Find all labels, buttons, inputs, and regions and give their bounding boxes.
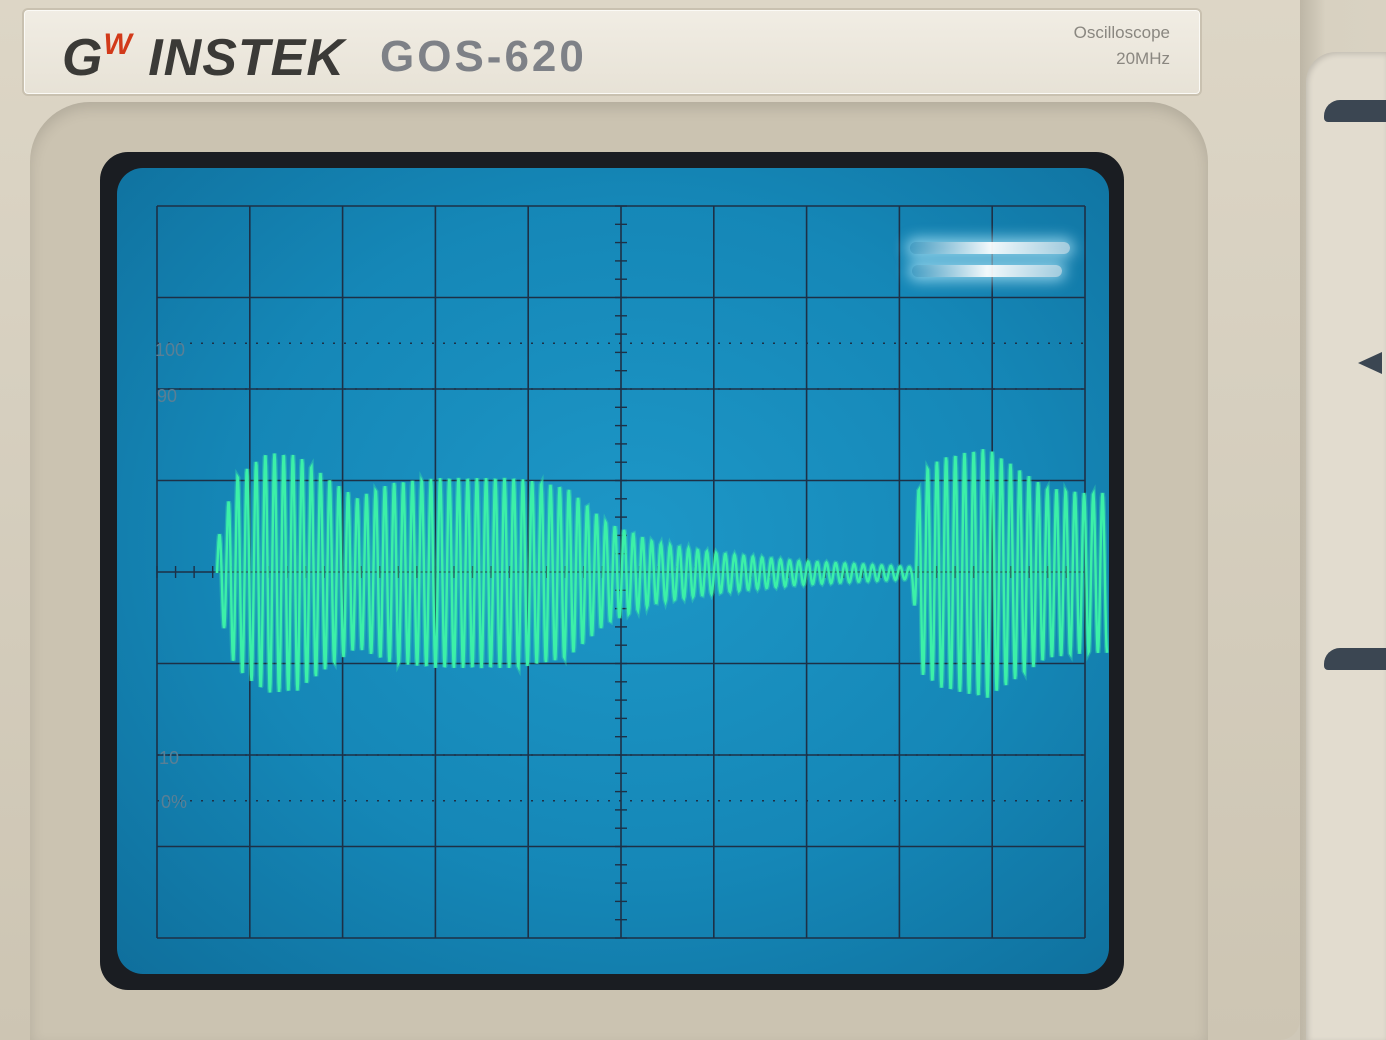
model-name: GOS-620 <box>380 32 587 81</box>
instrument-type-label: Oscilloscope <box>1073 23 1170 42</box>
graticule-and-trace <box>156 205 1109 939</box>
graticule-label-90: 90 <box>157 386 178 406</box>
bandwidth-label: 20MHz <box>1116 49 1170 68</box>
side-panel-bar <box>1324 648 1386 670</box>
left-triangle-icon <box>1358 352 1382 374</box>
graticule-label-0-percent: 0% <box>161 792 188 812</box>
graticule-label-100: 100 <box>155 340 186 360</box>
side-control-panel-inset <box>1306 52 1386 1040</box>
side-panel-bar <box>1324 100 1386 122</box>
crt-display: 100 90 10 0% <box>117 168 1109 974</box>
nameplate: GW INSTEK GOS-620 Oscilloscope 20MHz <box>22 8 1202 96</box>
reflection-glare <box>912 265 1062 277</box>
graticule-label-10: 10 <box>159 748 180 768</box>
brand-logo: GW INSTEK <box>62 28 345 87</box>
instrument-type: Oscilloscope 20MHz <box>1074 20 1170 72</box>
reflection-glare <box>910 242 1070 254</box>
